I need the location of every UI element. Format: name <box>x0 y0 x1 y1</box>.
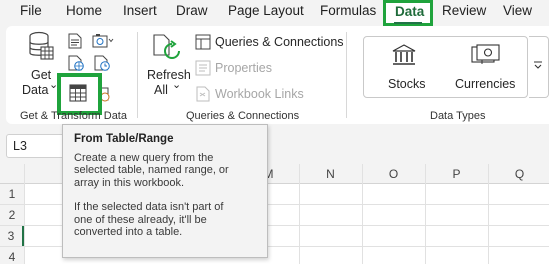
chevron-down-icon: ⌄ <box>172 79 182 91</box>
tab-data[interactable]: Data <box>395 4 424 19</box>
properties-label: Properties <box>215 61 272 75</box>
queries-connections-label: Queries & Connections <box>215 35 344 49</box>
tab-review[interactable]: Review <box>442 3 486 18</box>
tab-insert[interactable]: Insert <box>123 3 157 18</box>
refresh-all-label-1: Refresh <box>147 68 191 82</box>
grid-line <box>488 164 489 264</box>
group-label-get-transform: Get & Transform Data <box>20 110 127 122</box>
tab-data-highlight[interactable]: Data <box>383 0 433 26</box>
chevron-down-icon <box>534 61 542 69</box>
stocks-label: Stocks <box>388 77 426 91</box>
column-header-n[interactable]: N <box>299 167 362 181</box>
recent-sources-icon[interactable] <box>94 55 110 71</box>
gallery-more-button[interactable] <box>529 36 549 98</box>
tooltip-text-line: selected table, named range, or <box>74 164 229 177</box>
currencies-label: Currencies <box>455 77 516 91</box>
grid-line <box>24 164 25 264</box>
from-web-icon[interactable] <box>68 55 84 71</box>
bank-building-icon <box>392 44 416 65</box>
from-picture-icon[interactable] <box>92 33 114 49</box>
tooltip-text-line: Create a new query from the <box>74 152 214 164</box>
tab-page-layout[interactable]: Page Layout <box>228 3 304 18</box>
row-header-4[interactable]: 4 <box>0 247 24 264</box>
tooltip-text-line: converted into a table. <box>74 226 183 239</box>
row-header-1[interactable]: 1 <box>0 184 24 204</box>
properties-icon <box>195 60 211 76</box>
name-box[interactable]: L3 <box>6 134 66 158</box>
group-label-queries: Queries & Connections <box>186 110 300 122</box>
tab-view[interactable]: View <box>503 3 532 18</box>
column-header-q[interactable]: Q <box>488 167 549 181</box>
group-separator <box>346 32 347 118</box>
get-data-label-2: Data <box>22 83 49 97</box>
data-types-gallery: Stocks Currencies <box>363 36 528 98</box>
refresh-icon <box>153 34 180 59</box>
row-header-3[interactable]: 3 <box>0 226 24 246</box>
grid-line <box>299 164 300 264</box>
from-text-csv-icon[interactable] <box>68 33 82 49</box>
from-table-range-button[interactable] <box>57 73 102 115</box>
group-separator <box>137 32 138 118</box>
tab-file[interactable]: File <box>20 3 42 18</box>
tab-draw[interactable]: Draw <box>176 3 208 18</box>
tooltip-text-line: one of these already, it'll be <box>74 213 207 226</box>
currency-icon <box>471 44 500 64</box>
active-tab-indicator <box>394 22 422 24</box>
group-label-data-types: Data Types <box>430 110 486 122</box>
tooltip-text-line: array in this workbook. <box>74 176 185 189</box>
grid-line <box>362 164 363 264</box>
workbook-links-icon <box>196 86 210 102</box>
tab-home[interactable]: Home <box>66 3 102 18</box>
grid-line <box>425 164 426 264</box>
column-header-o[interactable]: O <box>362 167 425 181</box>
row-header-2[interactable]: 2 <box>0 205 24 225</box>
refresh-all-label-2: All <box>154 83 168 97</box>
tab-formulas[interactable]: Formulas <box>320 3 376 18</box>
tooltip-title: From Table/Range <box>74 133 174 145</box>
queries-pane-icon <box>195 34 211 50</box>
table-icon <box>69 84 87 102</box>
database-table-icon <box>29 31 54 60</box>
ribbon: Get Data ⌄ Get & Transform Data Refresh … <box>6 26 549 124</box>
tooltip: From Table/Range Create a new query from… <box>62 124 268 258</box>
workbook-links-label: Workbook Links <box>215 87 304 101</box>
tooltip-text-line: If the selected data isn't part of <box>74 201 224 214</box>
column-header-p[interactable]: P <box>425 167 488 181</box>
menu-bar: File Home Insert Draw Page Layout Formul… <box>0 0 549 26</box>
